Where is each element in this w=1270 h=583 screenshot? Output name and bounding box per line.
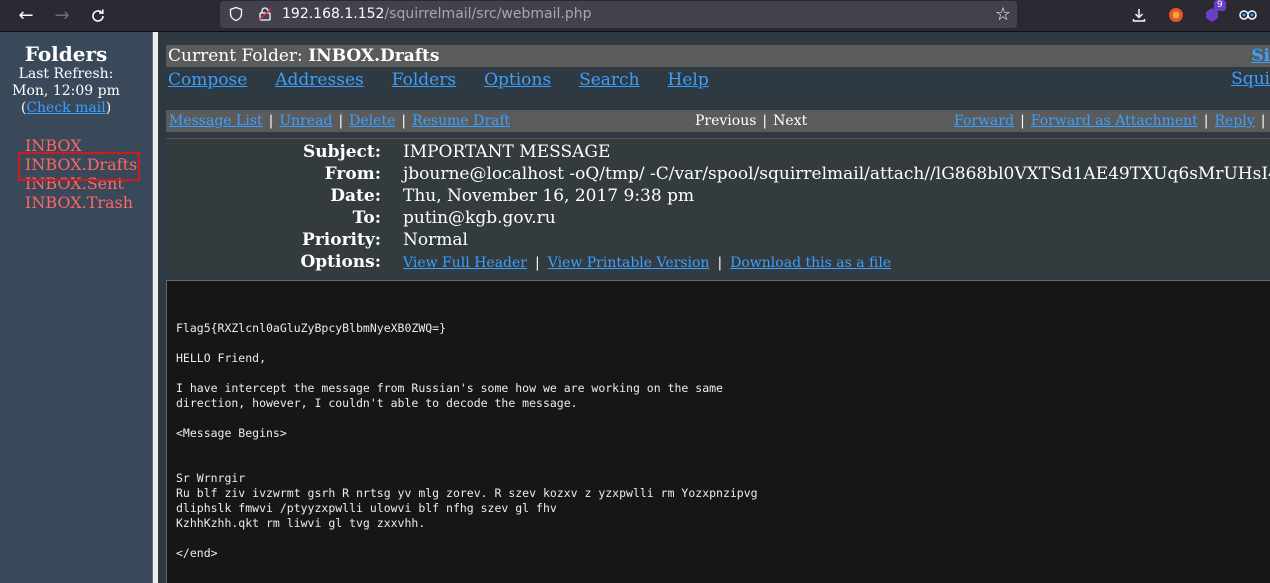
folders-title: Folders [24, 42, 108, 66]
date-label: Date: [330, 186, 381, 206]
priority-row: Priority: Normal [166, 229, 1270, 251]
extension-glasses-icon[interactable] [1237, 4, 1259, 26]
url-path: /squirrelmail/src/webmail.php [384, 6, 592, 22]
date-value: Thu, November 16, 2017 9:38 pm [403, 186, 695, 206]
priority-value: Normal [403, 230, 468, 250]
refresh-time: Mon, 12:09 pm [12, 83, 120, 99]
main-menu: Compose Addresses Folders Options Search Help [168, 69, 737, 91]
menu-options[interactable]: Options [484, 70, 551, 90]
drafts-highlight-box [18, 152, 140, 181]
separator: | [762, 113, 768, 129]
options-links: View Full Header | View Printable Version |… [403, 251, 891, 274]
current-folder-label: Current Folder: [168, 46, 309, 66]
view-printable-link[interactable]: View Printable Version [548, 255, 710, 271]
from-value: jbourne@localhost -oQ/tmp/ -C/var/spool/… [403, 164, 1270, 184]
next-text: Next [773, 113, 808, 129]
view-full-header-link[interactable]: View Full Header [403, 255, 527, 271]
tracking-shield-icon[interactable] [228, 6, 244, 22]
options-row: Options: View Full Header | View Printable… [166, 251, 1270, 273]
to-value: putin@kgb.gov.ru [403, 208, 556, 228]
check-mail-paren-close: ) [105, 100, 112, 116]
unread-link[interactable]: Unread [279, 113, 332, 129]
message-list-link[interactable]: Message List [169, 113, 263, 129]
separator: | [1260, 113, 1266, 129]
menu-search[interactable]: Search [579, 70, 639, 90]
message-action-bar: Message List | Unread | Delete | Resume Draft … [166, 110, 1270, 132]
refresh-label: Last Refresh: [18, 66, 114, 82]
separator: | [1020, 113, 1025, 129]
reply-link[interactable]: Reply [1215, 113, 1255, 129]
forward-icon[interactable]: → [48, 0, 76, 31]
from-label: From: [324, 164, 381, 184]
separator: | [338, 113, 344, 129]
forward-attachment-link[interactable]: Forward as Attachment [1031, 113, 1198, 129]
to-label: To: [352, 208, 381, 228]
message-body-box: Flag5{RXZlcnl0aGluZyBpcyBlbmNyeXB0ZWQ=} … [166, 280, 1270, 583]
squirrelmail-link[interactable]: Squi [1231, 69, 1270, 89]
separator: | [717, 255, 723, 271]
url-bar[interactable]: 192.168.1.152/squirrelmail/src/webmail.p… [220, 1, 1017, 28]
url-text: 192.168.1.152/squirrelmail/src/webmail.p… [282, 6, 591, 22]
separator: | [1203, 113, 1209, 129]
resume-draft-link[interactable]: Resume Draft [412, 113, 510, 129]
menu-folders[interactable]: Folders [392, 70, 456, 90]
message-frame: Current Folder: INBOX.Drafts Si Compose A… [158, 32, 1270, 583]
from-row: From: jbourne@localhost -oQ/tmp/ -C/var/… [166, 163, 1270, 185]
priority-label: Priority: [302, 230, 381, 250]
check-mail-wrap: (Check mail) [0, 100, 132, 117]
insecure-lock-icon[interactable] [257, 6, 273, 22]
date-row: Date: Thu, November 16, 2017 9:38 pm [166, 185, 1270, 207]
to-row: To: putin@kgb.gov.ru [166, 207, 1270, 229]
subject-value: IMPORTANT MESSAGE [403, 142, 611, 162]
url-host: 192.168.1.152 [282, 6, 385, 22]
sign-out-link[interactable]: Si [1251, 45, 1270, 67]
delete-link[interactable]: Delete [349, 113, 395, 129]
menu-compose[interactable]: Compose [168, 70, 247, 90]
browser-toolbar: ← → 192.168.1.152/squirrelmail/src/webma… [0, 0, 1270, 32]
previous-text: Previous [695, 113, 757, 129]
separator: | [268, 113, 274, 129]
last-refresh: Last Refresh: Mon, 12:09 pm (Check mail) [0, 66, 132, 117]
message-headers: Subject: IMPORTANT MESSAGE From: jbourne… [166, 138, 1270, 274]
extension-badge: 9 [1214, 0, 1226, 11]
subject-label: Subject: [303, 142, 381, 162]
extension-purple-icon[interactable]: 9 [1201, 0, 1226, 26]
folder-frame: Folders Last Refresh: Mon, 12:09 pm (Che… [0, 32, 153, 583]
forward-link[interactable]: Forward [954, 113, 1014, 129]
options-label: Options: [300, 252, 381, 272]
back-icon[interactable]: ← [12, 0, 40, 31]
download-icon[interactable] [1128, 4, 1150, 26]
message-body: Flag5{RXZlcnl0aGluZyBpcyBlbmNyeXB0ZWQ=} … [176, 321, 758, 560]
current-folder-bar: Current Folder: INBOX.Drafts Si [166, 45, 1270, 67]
current-folder-name: INBOX.Drafts [308, 46, 440, 66]
separator: | [401, 113, 407, 129]
folder-inbox-trash[interactable]: INBOX.Trash [25, 193, 137, 212]
subject-row: Subject: IMPORTANT MESSAGE [166, 141, 1270, 163]
reload-icon[interactable] [84, 0, 112, 31]
bookmark-star-icon[interactable]: ☆ [995, 4, 1011, 25]
menu-help[interactable]: Help [668, 70, 709, 90]
download-file-link[interactable]: Download this as a file [730, 255, 891, 271]
check-mail-link[interactable]: Check mail [26, 100, 105, 116]
menu-addresses[interactable]: Addresses [275, 70, 363, 90]
extension-foxyproxy-icon[interactable] [1165, 4, 1187, 26]
separator: | [534, 255, 540, 271]
